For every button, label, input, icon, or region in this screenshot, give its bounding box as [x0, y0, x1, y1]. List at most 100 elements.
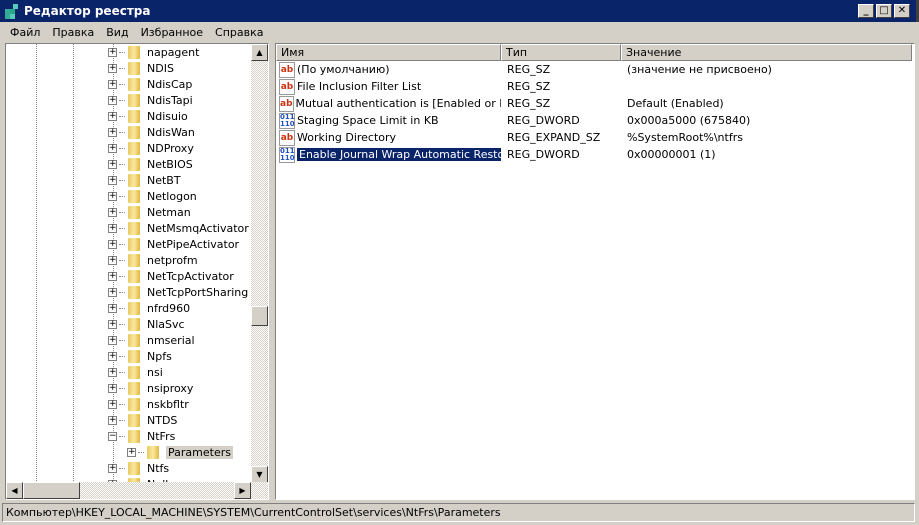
scroll-right-button[interactable]: ▶ — [234, 482, 251, 499]
expand-icon[interactable]: + — [108, 271, 117, 281]
tree-item[interactable]: + Npfs — [108, 348, 172, 364]
tree-item[interactable]: + NetMsmqActivator — [108, 220, 249, 236]
expand-icon[interactable]: + — [108, 303, 117, 313]
close-button[interactable]: ✕ — [894, 4, 910, 18]
folder-icon — [126, 429, 142, 443]
tree-item[interactable]: − NtFrs — [108, 428, 175, 444]
expand-icon[interactable]: + — [108, 239, 117, 249]
tree-item[interactable]: + NetPipeActivator — [108, 236, 239, 252]
tree-item[interactable]: + NdisTapi — [108, 92, 193, 108]
menu-help[interactable]: Справка — [209, 26, 269, 39]
list-row[interactable]: ab File Inclusion Filter List REG_SZ — [276, 78, 914, 95]
tree-connector — [119, 99, 125, 101]
tree-connector — [119, 67, 125, 69]
tree-item[interactable]: + NetBIOS — [108, 156, 193, 172]
maximize-button[interactable]: □ — [876, 4, 892, 18]
list-row[interactable]: ab (По умолчанию) REG_SZ (значение не присв… — [276, 61, 914, 78]
tree-item[interactable]: + NdisCap — [108, 76, 192, 92]
expand-icon[interactable]: + — [108, 63, 117, 73]
folder-icon — [126, 189, 142, 203]
expand-icon[interactable]: + — [108, 399, 117, 409]
tree-item[interactable]: + Netman — [108, 204, 191, 220]
tree-item[interactable]: + nfrd960 — [108, 300, 190, 316]
collapse-icon[interactable]: − — [108, 431, 117, 441]
binary-value-icon: 011 110 — [279, 112, 295, 129]
tree-item-label: NDIS — [147, 61, 174, 75]
list-row[interactable]: 011 110 Enable Journal Wrap Automatic Rest… — [276, 146, 914, 163]
menu-edit[interactable]: Правка — [46, 26, 100, 39]
expand-icon[interactable]: + — [108, 191, 117, 201]
tree-item[interactable]: + nmserial — [108, 332, 195, 348]
tree-vertical-scrollbar[interactable]: ▲ ▼ — [251, 44, 268, 483]
tree-item[interactable]: + NTDS — [108, 412, 177, 428]
scroll-left-button[interactable]: ◀ — [6, 482, 23, 499]
tree-item[interactable]: + Ndisuio — [108, 108, 188, 124]
tree-item[interactable]: + nsiproxy — [108, 380, 193, 396]
expand-icon[interactable]: + — [108, 223, 117, 233]
expand-icon[interactable]: + — [108, 159, 117, 169]
expand-icon[interactable]: + — [108, 415, 117, 425]
expand-icon[interactable]: + — [108, 351, 117, 361]
expand-icon[interactable]: + — [108, 383, 117, 393]
hscroll-thumb[interactable] — [23, 482, 80, 499]
value-name: Staging Space Limit in KB — [297, 114, 439, 127]
expand-icon[interactable]: + — [108, 111, 117, 121]
expand-icon[interactable]: + — [108, 335, 117, 345]
tree-item[interactable]: + nsi — [108, 364, 163, 380]
folder-icon — [126, 285, 142, 299]
value-name: (По умолчанию) — [297, 63, 390, 76]
expand-icon[interactable]: + — [108, 47, 117, 57]
tree-item[interactable]: + NetTcpPortSharing — [108, 284, 248, 300]
column-type[interactable]: Тип — [501, 44, 621, 61]
folder-icon — [126, 333, 142, 347]
list-row[interactable]: abMutual authentication is [Enabled or D… — [276, 95, 914, 112]
tree-connector — [119, 227, 125, 229]
minimize-button[interactable]: _ — [858, 4, 874, 18]
tree-item[interactable]: + NlaSvc — [108, 316, 185, 332]
tree-item[interactable]: + Ntfs — [108, 460, 169, 476]
tree-connector — [119, 435, 125, 437]
tree-item[interactable]: + NDProxy — [108, 140, 194, 156]
tree-item[interactable]: + NetBT — [108, 172, 181, 188]
expand-icon[interactable]: + — [108, 287, 117, 297]
tree-item[interactable]: + nskbfltr — [108, 396, 189, 412]
expand-icon[interactable]: + — [108, 127, 117, 137]
tree-item-label: NdisWan — [147, 125, 195, 139]
tree-horizontal-scrollbar[interactable]: ◀ ▶ — [6, 482, 268, 499]
tree-connector — [119, 115, 125, 117]
scroll-down-button[interactable]: ▼ — [251, 466, 268, 483]
menu-favorites[interactable]: Избранное — [135, 26, 209, 39]
expand-icon[interactable]: + — [108, 255, 117, 265]
scroll-up-button[interactable]: ▲ — [251, 44, 268, 61]
list-row[interactable]: ab Working Directory REG_EXPAND_SZ %SystemR… — [276, 129, 914, 146]
value-data: 0x00000001 (1) — [627, 148, 716, 161]
column-name[interactable]: Имя — [276, 44, 501, 61]
folder-icon — [126, 349, 142, 363]
window-title: Редактор реестра — [24, 4, 151, 18]
scroll-thumb[interactable] — [251, 306, 268, 326]
tree-item[interactable]: + netprofm — [108, 252, 198, 268]
tree-item[interactable]: + Parameters — [127, 444, 233, 460]
expand-icon[interactable]: + — [108, 175, 117, 185]
expand-icon[interactable]: + — [108, 207, 117, 217]
tree-item[interactable]: + NDIS — [108, 60, 174, 76]
tree-item[interactable]: + NdisWan — [108, 124, 195, 140]
expand-icon[interactable]: + — [108, 79, 117, 89]
column-value[interactable]: Значение — [621, 44, 912, 61]
tree-item[interactable]: + Netlogon — [108, 188, 197, 204]
value-type: REG_SZ — [507, 80, 551, 93]
menu-file[interactable]: Файл — [4, 26, 46, 39]
folder-icon — [126, 141, 142, 155]
list-row[interactable]: 011 110 Staging Space Limit in KB REG_DWORD… — [276, 112, 914, 129]
folder-icon — [126, 237, 142, 251]
menu-view[interactable]: Вид — [100, 26, 134, 39]
tree-item-label: NetBIOS — [147, 157, 193, 171]
expand-icon[interactable]: + — [108, 143, 117, 153]
expand-icon[interactable]: + — [108, 367, 117, 377]
expand-icon[interactable]: + — [108, 319, 117, 329]
expand-icon[interactable]: + — [108, 463, 117, 473]
expand-icon[interactable]: + — [127, 447, 136, 457]
expand-icon[interactable]: + — [108, 95, 117, 105]
tree-item[interactable]: + napagent — [108, 44, 199, 60]
tree-item[interactable]: + NetTcpActivator — [108, 268, 234, 284]
